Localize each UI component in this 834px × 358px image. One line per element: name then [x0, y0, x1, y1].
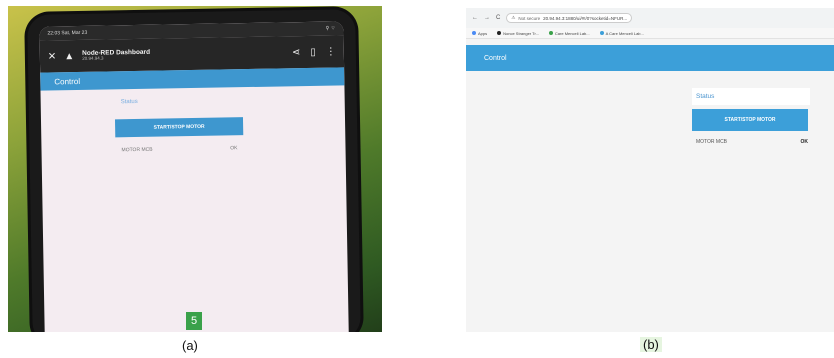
not-secure-label: Not secure	[518, 15, 541, 21]
globe-icon	[599, 31, 604, 35]
caption-a: (a)	[182, 338, 198, 353]
caption-b: (b)	[640, 337, 662, 352]
reload-icon[interactable]: C	[496, 15, 500, 21]
tablet-photo: 22:03 Sat, Mar 23 ⚲ ⌔ ✕ ▲ Node-RED Dashb…	[8, 6, 382, 332]
figure-badge: 5	[186, 312, 202, 330]
bookmarks-bar: Apps Nonce Stranger Tr... Care Menceli L…	[466, 28, 834, 39]
browser-window: ← → C ⚠ Not secure 20.94.94.3:1880/ui/#!…	[466, 8, 834, 332]
status-group-card: Status START/STOP MOTOR MOTOR MCB OK	[692, 88, 810, 145]
motor-mcb-row: MOTOR MCB OK	[692, 139, 810, 145]
bookmark-icon[interactable]: ▯	[310, 46, 316, 57]
app-bar: ✕ ▲ Node-RED Dashboard 20.94.94.3 ⋖ ▯ ⋮	[39, 35, 345, 73]
back-icon[interactable]: ←	[472, 15, 478, 21]
status-icons: ⚲ ⌔	[325, 25, 336, 32]
bookmark-2[interactable]: Care Menceli Lab...	[548, 31, 590, 36]
apps-icon	[472, 31, 476, 35]
url-text: 20.94.94.3:1880/ui/#!/0?socketid=NFUR...	[543, 15, 628, 21]
start-stop-motor-button[interactable]: START/STOP MOTOR	[692, 109, 808, 131]
circle-icon	[497, 31, 502, 35]
motor-mcb-value: OK	[800, 139, 809, 145]
status-time: 22:03 Sat, Mar 23	[47, 29, 88, 37]
dashboard-title: Control	[54, 76, 81, 86]
bookmark-3[interactable]: A Care Menceli Lab...	[599, 31, 644, 36]
dashboard-title: Control	[484, 54, 507, 62]
leaf-icon	[548, 31, 553, 35]
warning-icon: ▲	[64, 50, 75, 62]
warning-icon: ⚠	[511, 15, 516, 20]
dashboard-header: Control	[466, 45, 834, 71]
motor-mcb-label: MOTOR MCB	[696, 139, 728, 145]
more-icon[interactable]: ⋮	[326, 46, 336, 57]
share-icon[interactable]: ⋖	[292, 47, 301, 58]
forward-icon[interactable]: →	[484, 15, 490, 21]
address-bar[interactable]: ⚠ Not secure 20.94.94.3:1880/ui/#!/0?soc…	[506, 13, 633, 23]
motor-mcb-row: MOTOR MCB OK	[121, 145, 237, 153]
close-icon[interactable]: ✕	[48, 51, 57, 62]
bookmark-apps[interactable]: Apps	[472, 31, 487, 36]
app-title-block: Node-RED Dashboard 20.94.94.3	[82, 49, 150, 62]
tablet-screen: 22:03 Sat, Mar 23 ⚲ ⌔ ✕ ▲ Node-RED Dashb…	[39, 21, 349, 332]
motor-mcb-label: MOTOR MCB	[121, 146, 153, 154]
app-subtitle: 20.94.94.3	[82, 55, 104, 62]
motor-mcb-value: OK	[230, 145, 238, 152]
start-stop-motor-button[interactable]: START/STOP MOTOR	[114, 117, 244, 138]
bookmark-1[interactable]: Nonce Stranger Tr...	[497, 31, 539, 36]
group-label-status: Status	[692, 88, 810, 105]
group-label-status: Status	[120, 98, 138, 106]
tablet-device: 22:03 Sat, Mar 23 ⚲ ⌔ ✕ ▲ Node-RED Dashb…	[27, 9, 361, 332]
browser-toolbar: ← → C ⚠ Not secure 20.94.94.3:1880/ui/#!…	[466, 8, 834, 28]
